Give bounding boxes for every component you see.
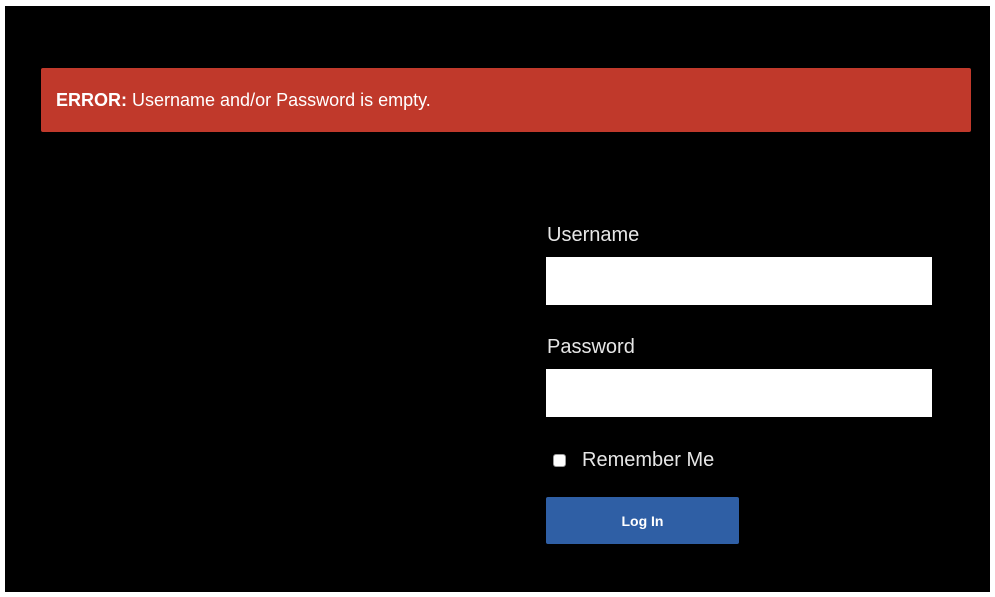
remember-me-checkbox[interactable] [553, 453, 566, 467]
error-banner: ERROR: Username and/or Password is empty… [41, 68, 971, 132]
remember-me-row: Remember Me [553, 448, 932, 472]
username-input[interactable] [546, 257, 932, 305]
login-form: Username Password Remember Me Log In [546, 220, 932, 544]
login-button[interactable]: Log In [546, 497, 739, 544]
error-message: Username and/or Password is empty. [127, 90, 431, 110]
error-prefix: ERROR: [56, 90, 127, 110]
username-label: Username [547, 224, 640, 246]
password-input[interactable] [546, 369, 932, 417]
password-label: Password [547, 336, 635, 358]
login-page: ERROR: Username and/or Password is empty… [5, 6, 990, 592]
remember-me-label[interactable]: Remember Me [582, 448, 714, 472]
